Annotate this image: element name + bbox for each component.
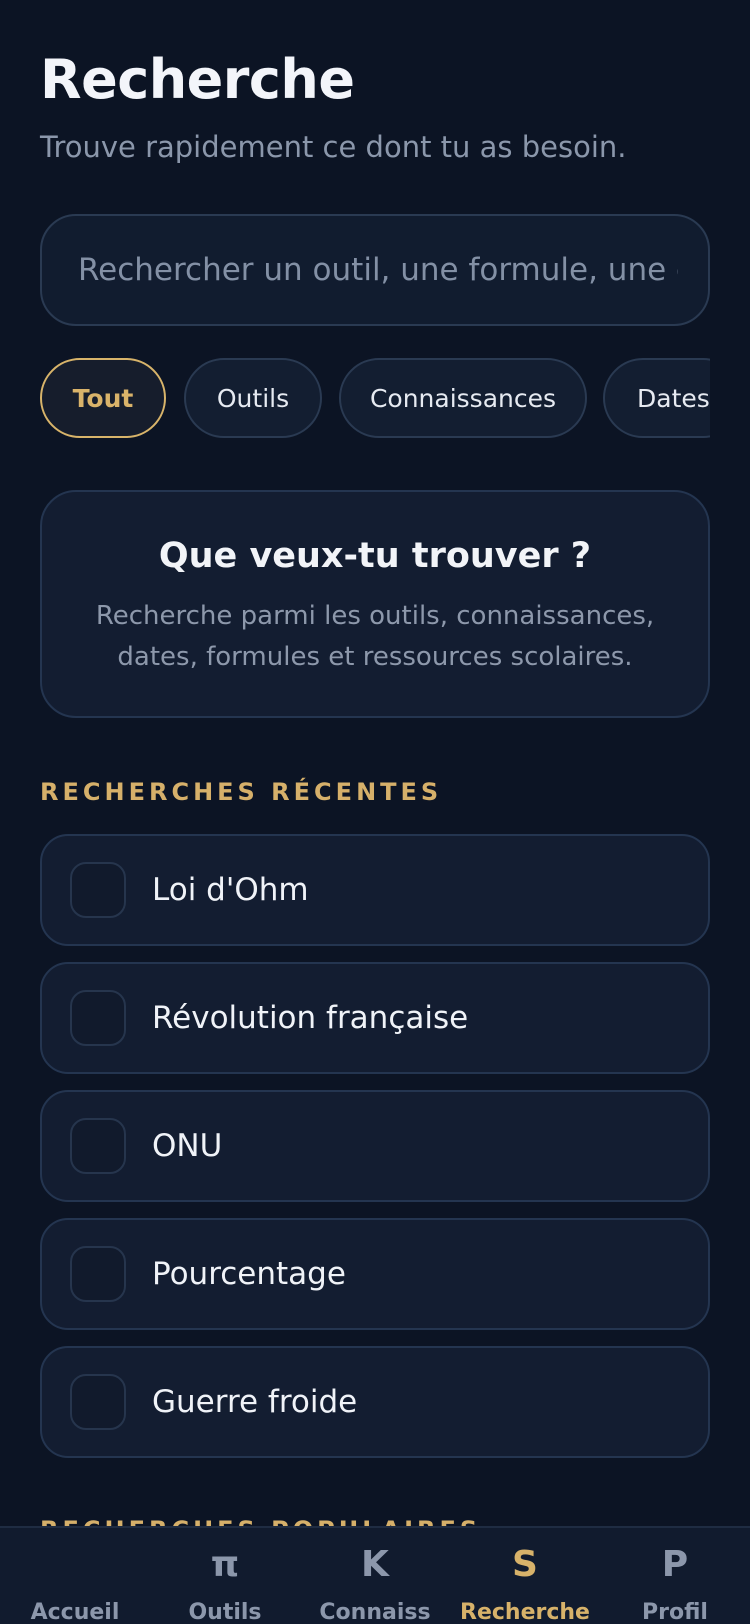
search-input[interactable] <box>78 216 678 324</box>
nav-label: Outils <box>188 1600 262 1624</box>
recent-search-label: Loi d'Ohm <box>152 872 309 908</box>
search-box[interactable] <box>40 214 710 326</box>
filter-chip-tout[interactable]: Tout <box>40 358 166 438</box>
filter-chip-label: Tout <box>72 383 134 413</box>
nav-label: Profil <box>642 1600 708 1624</box>
recent-search-label: Guerre froide <box>152 1384 358 1420</box>
history-icon <box>70 1118 126 1174</box>
nav-label: Accueil <box>30 1600 120 1624</box>
bottom-nav: Accueil π Outils K Connaiss S Recherche … <box>0 1526 750 1624</box>
recent-search-label: ONU <box>152 1128 223 1164</box>
history-icon <box>70 1246 126 1302</box>
filter-chip-connaissances[interactable]: Connaissances <box>339 358 587 438</box>
history-icon <box>70 990 126 1046</box>
page-subtitle: Trouve rapidement ce dont tu as besoin. <box>40 130 627 164</box>
empty-state-title: Que veux-tu trouver ? <box>158 536 592 576</box>
filter-chips: Tout Outils Connaissances Dates <box>40 358 710 438</box>
nav-item-outils[interactable]: π Outils <box>150 1528 300 1624</box>
nav-label: Connaiss <box>319 1600 431 1624</box>
filter-chip-label: Dates <box>637 383 710 413</box>
filter-chip-outils[interactable]: Outils <box>184 358 322 438</box>
filter-chip-label: Outils <box>216 383 290 413</box>
recent-search-item[interactable]: Guerre froide <box>40 1346 710 1458</box>
nav-item-accueil[interactable]: Accueil <box>0 1528 150 1624</box>
history-icon <box>70 862 126 918</box>
knowledge-icon: K <box>361 1544 389 1585</box>
nav-label: Recherche <box>460 1600 590 1624</box>
page-title: Recherche <box>40 48 355 111</box>
recent-search-label: Pourcentage <box>152 1256 346 1292</box>
search-screen: Recherche Trouve rapidement ce dont tu a… <box>0 0 750 1624</box>
filter-chip-label: Connaissances <box>369 383 557 413</box>
nav-item-profil[interactable]: P Profil <box>600 1528 750 1624</box>
search-icon: S <box>512 1544 538 1585</box>
pi-icon: π <box>210 1544 240 1585</box>
recent-search-item[interactable]: ONU <box>40 1090 710 1202</box>
nav-item-connaissances[interactable]: K Connaiss <box>300 1528 450 1624</box>
recent-search-item[interactable]: Révolution française <box>40 962 710 1074</box>
filter-chip-dates[interactable]: Dates <box>603 358 710 438</box>
recent-searches-heading: RECHERCHES RÉCENTES <box>40 778 443 806</box>
recent-search-item[interactable]: Pourcentage <box>40 1218 710 1330</box>
history-icon <box>70 1374 126 1430</box>
nav-item-recherche[interactable]: S Recherche <box>450 1528 600 1624</box>
empty-state-description: Recherche parmi les outils, connaissance… <box>95 601 655 672</box>
profile-icon: P <box>661 1544 689 1585</box>
empty-state-card: Que veux-tu trouver ? Recherche parmi le… <box>40 490 710 718</box>
recent-search-item[interactable]: Loi d'Ohm <box>40 834 710 946</box>
recent-search-label: Révolution française <box>152 1000 469 1036</box>
